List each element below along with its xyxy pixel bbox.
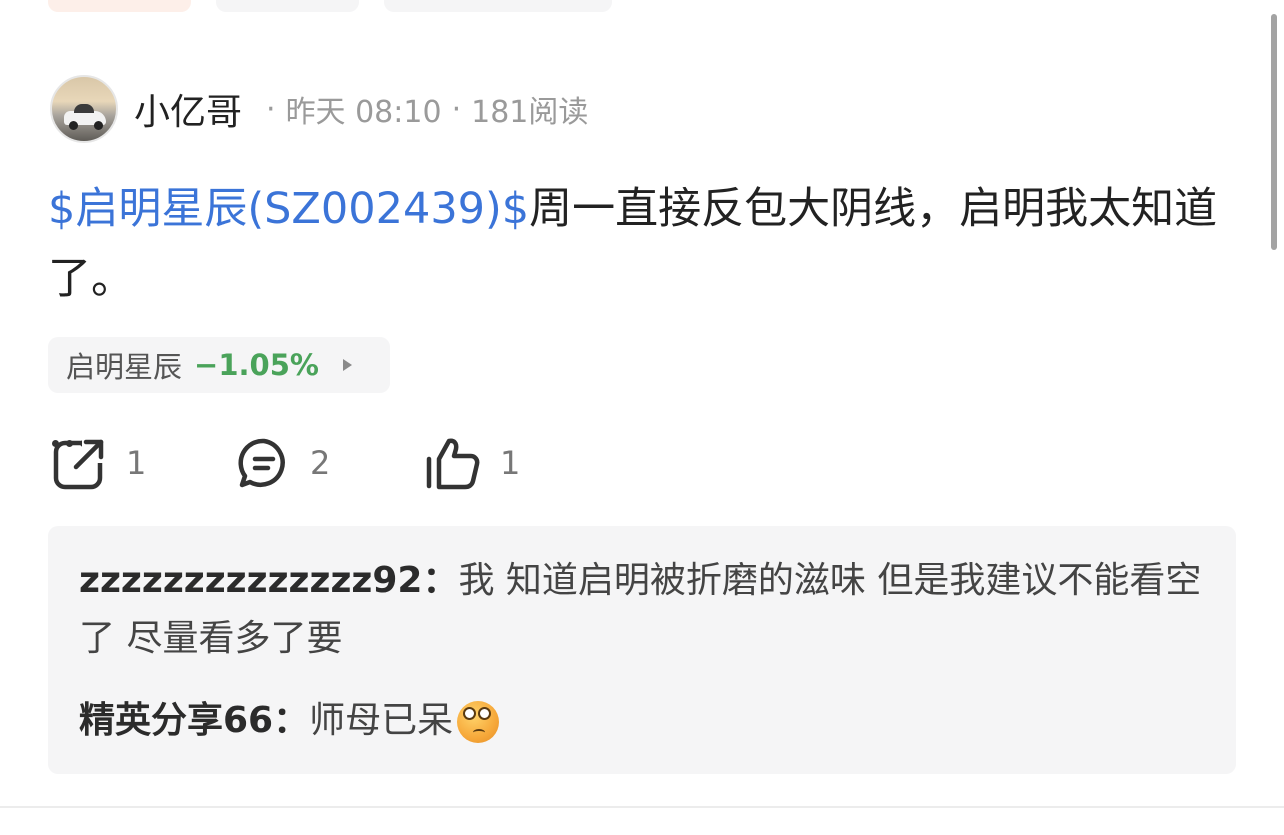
top-tab-3[interactable] bbox=[384, 0, 612, 12]
share-button[interactable]: 1 bbox=[52, 432, 146, 494]
top-tab-2[interactable] bbox=[216, 0, 359, 12]
emoji-mouth bbox=[473, 729, 486, 736]
comment-author[interactable]: zzzzzzzzzzzzzz92： bbox=[79, 560, 458, 601]
stock-link[interactable]: $启明星辰(SZ002439)$ bbox=[48, 184, 529, 234]
share-icon bbox=[53, 439, 106, 490]
comments-panel[interactable]: zzzzzzzzzzzzzz92：我 知道启明被折磨的滋味 但是我建议不能看空了… bbox=[48, 526, 1236, 774]
divider bbox=[0, 806, 1284, 808]
meta-separator: · bbox=[266, 91, 276, 127]
stock-chip[interactable]: 启明星辰 −1.05% bbox=[48, 337, 390, 393]
comment-item[interactable]: zzzzzzzzzzzzzz92：我 知道启明被折磨的滋味 但是我建议不能看空了… bbox=[79, 552, 1209, 668]
read-count: 181阅读 bbox=[471, 95, 589, 130]
like-icon bbox=[426, 438, 480, 490]
top-tab-1[interactable] bbox=[48, 0, 191, 12]
post-meta: · 昨天 08:10 · 181阅读 bbox=[256, 87, 588, 131]
car-wheel bbox=[69, 121, 78, 130]
post-header: 小亿哥 · 昨天 08:10 · 181阅读 bbox=[50, 73, 588, 145]
page: 小亿哥 · 昨天 08:10 · 181阅读 $启明星辰(SZ002439)$周… bbox=[0, 0, 1284, 835]
username[interactable]: 小亿哥 bbox=[134, 83, 242, 135]
post-body[interactable]: $启明星辰(SZ002439)$周一直接反包大阴线，启明我太知道了。 bbox=[48, 174, 1218, 314]
like-button[interactable]: 1 bbox=[424, 432, 520, 494]
comment-count: 2 bbox=[310, 444, 331, 482]
action-bar: 1 2 1 bbox=[52, 432, 1232, 494]
scrollbar-thumb[interactable] bbox=[1271, 14, 1277, 250]
meta-separator: · bbox=[451, 91, 462, 127]
more-icon[interactable] bbox=[52, 432, 1232, 454]
comment-author[interactable]: 精英分享66： bbox=[79, 700, 309, 741]
car-wheel bbox=[94, 121, 103, 130]
scrollbar[interactable] bbox=[1268, 0, 1284, 835]
post-time: 昨天 08:10 bbox=[285, 95, 442, 130]
stock-chip-change: −1.05% bbox=[194, 348, 319, 382]
stock-chip-name: 启明星辰 bbox=[66, 350, 183, 384]
share-count: 1 bbox=[126, 444, 147, 482]
confused-face-emoji-icon bbox=[457, 701, 500, 743]
comment-icon bbox=[238, 438, 285, 488]
like-count: 1 bbox=[500, 444, 521, 482]
avatar[interactable] bbox=[50, 75, 118, 143]
comment-item[interactable]: 精英分享66：师母已呆 bbox=[79, 692, 1209, 750]
play-arrow-icon bbox=[342, 359, 352, 371]
comment-text: 师母已呆 bbox=[309, 700, 454, 741]
comment-button[interactable]: 2 bbox=[236, 432, 330, 494]
